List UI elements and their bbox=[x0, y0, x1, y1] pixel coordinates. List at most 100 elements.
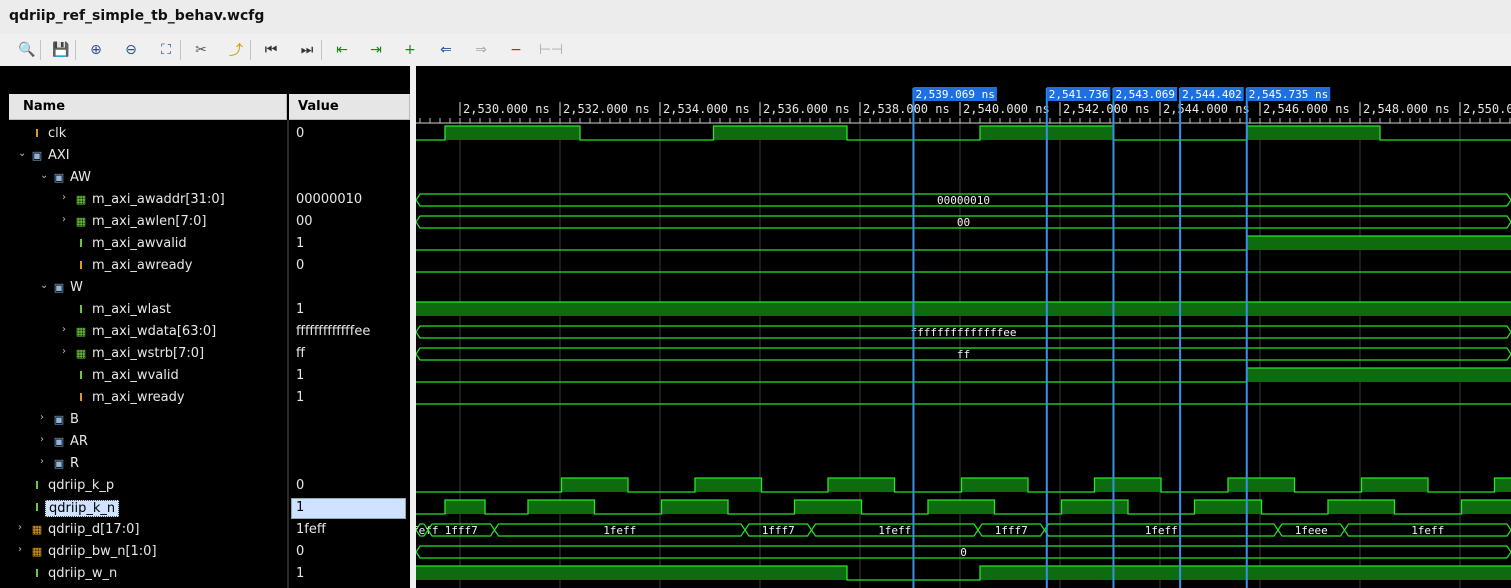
signal-name[interactable]: qdriip_k_p bbox=[48, 478, 114, 493]
signal-name[interactable]: qdriip_bw_n[1:0] bbox=[48, 544, 157, 559]
ruler-tick-label: 2,540.000 ns bbox=[963, 102, 1050, 116]
selected-value-highlight bbox=[291, 498, 406, 519]
wave-high-fill bbox=[1246, 368, 1511, 382]
wave-high-fill bbox=[661, 500, 728, 514]
signal-group-icon: ▣ bbox=[53, 456, 65, 470]
signal-row[interactable]: ⌄ ▣ AW bbox=[0, 167, 410, 189]
signal-value: 1 bbox=[296, 390, 305, 405]
toolbar-separator bbox=[75, 40, 76, 60]
signal-row[interactable]: ⅼ clk 0 bbox=[0, 123, 410, 145]
expand-chevron-icon[interactable]: › bbox=[62, 324, 72, 335]
signal-row[interactable]: ⅼ m_axi_awready 0 bbox=[0, 255, 410, 277]
signal-value: 0 bbox=[296, 126, 305, 141]
signal-name[interactable]: AXI bbox=[48, 148, 70, 163]
signal-name[interactable]: qdriip_w_n bbox=[48, 566, 117, 581]
save-icon[interactable]: 💾 bbox=[50, 39, 72, 61]
signal-row[interactable]: › ▦ m_axi_awaddr[31:0] 00000010 bbox=[0, 189, 410, 211]
signal-list-panel: Name Value ⅼ clk 0 ⌄ ▣ AXI ⌄ ▣ AW › ▦ m_axi_awaddr[… bbox=[0, 66, 410, 588]
zoom-fit-icon[interactable]: ⛶ bbox=[155, 39, 177, 61]
collapse-chevron-icon[interactable]: ⌄ bbox=[40, 170, 50, 181]
signal-name[interactable]: m_axi_wvalid bbox=[92, 368, 179, 383]
signal-row[interactable]: ⅼ qdriip_k_n 1 bbox=[0, 497, 410, 519]
signal-row[interactable]: › ▦ m_axi_wdata[63:0] fffffffffffffee bbox=[0, 321, 410, 343]
signal-name[interactable]: W bbox=[70, 280, 83, 295]
signal-name[interactable]: m_axi_awvalid bbox=[92, 236, 187, 251]
next-marker-icon[interactable]: ⇒ bbox=[470, 39, 492, 61]
signal-bus-icon: ▦ bbox=[31, 522, 43, 536]
signal-name[interactable]: m_axi_wdata[63:0] bbox=[92, 324, 216, 339]
time-marker-label: 2,544.402 bbox=[1182, 88, 1242, 101]
signal-row[interactable]: › ▣ B bbox=[0, 409, 410, 431]
signal-row[interactable]: › ▣ AR bbox=[0, 431, 410, 453]
cursor-to-zero-icon[interactable]: ✂ bbox=[190, 39, 212, 61]
next-transition-icon[interactable]: ⇥ bbox=[365, 39, 387, 61]
signal-bus-icon: ▦ bbox=[75, 346, 87, 360]
signal-name[interactable]: B bbox=[70, 412, 79, 427]
column-header-value[interactable]: Value bbox=[289, 94, 410, 120]
signal-name[interactable]: m_axi_wlast bbox=[92, 302, 171, 317]
signal-bit-icon: ⅼ bbox=[79, 302, 83, 316]
signal-bus-icon: ▦ bbox=[75, 214, 87, 228]
signal-name[interactable]: m_axi_awaddr[31:0] bbox=[92, 192, 225, 207]
zoom-in-icon[interactable]: ⊕ bbox=[85, 39, 107, 61]
ruler-tick-label: 2,550.0 bbox=[1463, 102, 1511, 116]
signal-name[interactable]: qdriip_k_n bbox=[45, 500, 120, 517]
signal-row[interactable]: ⌄ ▣ AXI bbox=[0, 145, 410, 167]
wave-high-fill bbox=[1328, 500, 1395, 514]
swap-cursors-icon[interactable]: ⊢⊣ bbox=[539, 39, 563, 61]
signal-row[interactable]: ⌄ ▣ W bbox=[0, 277, 410, 299]
signal-name[interactable]: AR bbox=[70, 434, 88, 449]
expand-chevron-icon[interactable]: › bbox=[62, 346, 72, 357]
column-header-name[interactable]: Name bbox=[9, 94, 287, 120]
signal-name[interactable]: m_axi_awready bbox=[92, 258, 193, 273]
expand-chevron-icon[interactable]: › bbox=[62, 192, 72, 203]
time-marker-label: 2,545.735 ns bbox=[1249, 88, 1328, 101]
go-to-start-icon[interactable]: ⏮ bbox=[260, 39, 282, 61]
signal-row[interactable]: › ▦ qdriip_bw_n[1:0] 0 bbox=[0, 541, 410, 563]
signal-row[interactable]: ⅼ qdriip_k_p 0 bbox=[0, 475, 410, 497]
previous-marker-icon[interactable]: ⇐ bbox=[435, 39, 457, 61]
signal-value: fffffffffffffee bbox=[296, 324, 371, 339]
signal-row[interactable]: › ▦ m_axi_awlen[7:0] 00 bbox=[0, 211, 410, 233]
expand-chevron-icon[interactable]: › bbox=[40, 412, 50, 423]
waveform-view[interactable]: 2,530.000 ns 2,532.000 ns 2,534.000 ns 2,53… bbox=[416, 66, 1511, 588]
search-icon[interactable]: 🔍 bbox=[16, 39, 38, 61]
signal-name[interactable]: m_axi_wstrb[7:0] bbox=[92, 346, 204, 361]
signal-name[interactable]: R bbox=[70, 456, 79, 471]
signal-row[interactable]: ⅼ qdriip_w_n 1 bbox=[0, 563, 410, 585]
wave-bus-label: 1fff7 bbox=[762, 524, 795, 537]
expand-chevron-icon[interactable]: › bbox=[62, 214, 72, 225]
toolbar-separator bbox=[321, 40, 322, 60]
add-marker-icon[interactable]: + bbox=[399, 39, 421, 61]
expand-chevron-icon[interactable]: › bbox=[40, 434, 50, 445]
signal-row[interactable]: › ▦ m_axi_wstrb[7:0] ff bbox=[0, 343, 410, 365]
wave-bus-label: 1feff bbox=[1145, 524, 1178, 537]
signal-value: 1 bbox=[296, 566, 305, 581]
signal-row[interactable]: › ▣ R bbox=[0, 453, 410, 475]
signal-name[interactable]: clk bbox=[48, 126, 66, 141]
delete-marker-icon[interactable]: − bbox=[505, 39, 527, 61]
signal-row[interactable]: › ▦ qdriip_d[17:0] 1feff bbox=[0, 519, 410, 541]
zoom-out-icon[interactable]: ⊖ bbox=[120, 39, 142, 61]
collapse-chevron-icon[interactable]: ⌄ bbox=[18, 148, 28, 159]
signal-bit-icon: ⅼ bbox=[79, 368, 83, 382]
wave-high-fill bbox=[1246, 236, 1511, 250]
signal-name[interactable]: m_axi_wready bbox=[92, 390, 185, 405]
wave-high-fill bbox=[445, 126, 580, 140]
go-to-cursor-icon[interactable]: ⤴ bbox=[225, 39, 247, 61]
signal-name[interactable]: qdriip_d[17:0] bbox=[48, 522, 139, 537]
signal-row[interactable]: ⅼ m_axi_wlast 1 bbox=[0, 299, 410, 321]
signal-name[interactable]: m_axi_awlen[7:0] bbox=[92, 214, 206, 229]
expand-chevron-icon[interactable]: › bbox=[18, 522, 28, 533]
collapse-chevron-icon[interactable]: ⌄ bbox=[40, 280, 50, 291]
expand-chevron-icon[interactable]: › bbox=[18, 544, 28, 555]
go-to-end-icon[interactable]: ⏭ bbox=[296, 39, 318, 61]
signal-row[interactable]: ⅼ m_axi_awvalid 1 bbox=[0, 233, 410, 255]
signal-value: 1 bbox=[296, 368, 305, 383]
signal-row[interactable]: ⅼ m_axi_wready 1 bbox=[0, 387, 410, 409]
previous-transition-icon[interactable]: ⇤ bbox=[331, 39, 353, 61]
signal-bit-icon: ⅼ bbox=[79, 390, 83, 404]
signal-name[interactable]: AW bbox=[70, 170, 91, 185]
expand-chevron-icon[interactable]: › bbox=[40, 456, 50, 467]
signal-row[interactable]: ⅼ m_axi_wvalid 1 bbox=[0, 365, 410, 387]
